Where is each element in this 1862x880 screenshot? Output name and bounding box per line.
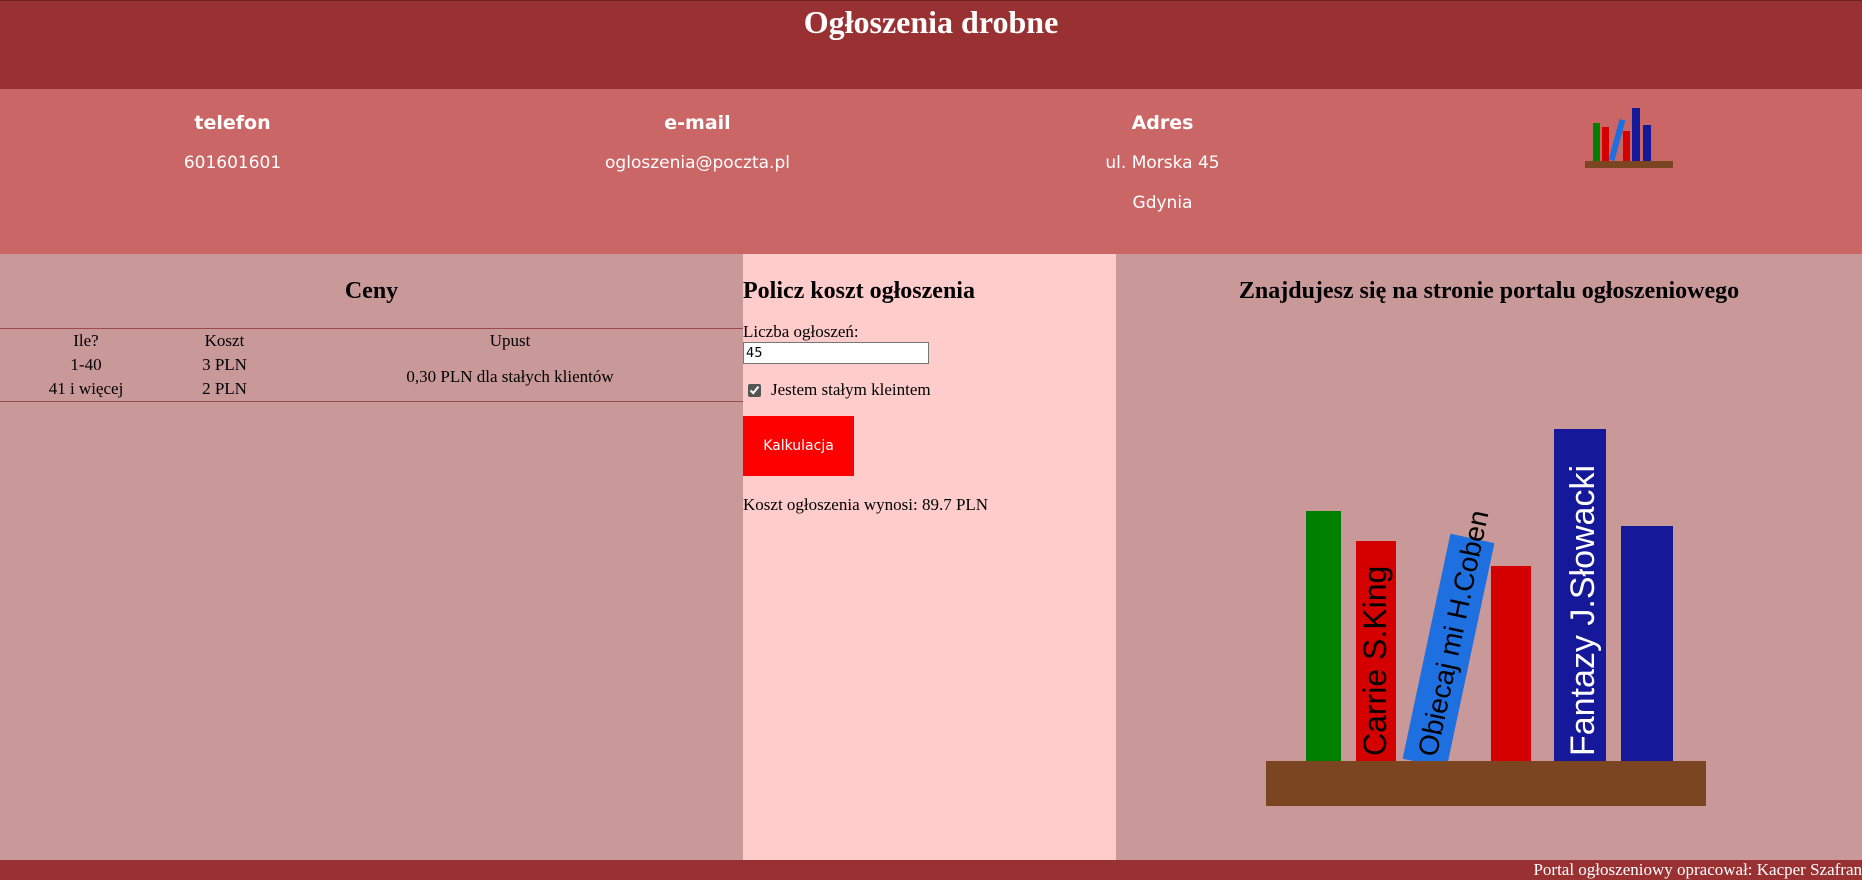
prices-title: Ceny: [344, 278, 399, 304]
page-footer: Portal ogłoszeniowy opracował: Kacper Sz…: [0, 860, 1862, 880]
book-red: [1491, 566, 1531, 761]
prices-panel: Ceny Ile? Koszt Upust 1-40 3 PLN 0,30 PL…: [0, 254, 743, 860]
cell-count: 1-40: [70, 355, 102, 374]
address-city: Gdynia: [1132, 193, 1193, 213]
price-table: Ile? Koszt Upust 1-40 3 PLN 0,30 PLN dla…: [0, 328, 743, 402]
book-slowacki-title: Fantazy J.Słowacki: [1564, 465, 1602, 756]
book-carrie-title: Carrie S.King: [1357, 566, 1393, 756]
table-row: 1-40 3 PLN 0,30 PLN dla stałych klientów: [0, 353, 743, 386]
logo-book: [1643, 125, 1651, 161]
contact-bar: telefon 601601601 e-mail ogloszenia@pocz…: [0, 89, 1862, 254]
email-heading: e-mail: [664, 112, 731, 134]
column-header: Koszt: [204, 331, 245, 350]
table-header-row: Ile? Koszt Upust: [0, 329, 743, 354]
book-coben: Obiecaj mi H.Coben: [1402, 507, 1494, 769]
contact-phone: telefon 601601601: [0, 89, 465, 175]
page-header: Ogłoszenia drobne: [0, 0, 1862, 89]
phone-heading: telefon: [194, 112, 271, 134]
shelf: [1266, 761, 1706, 806]
cell-cost: 2 PLN: [202, 379, 247, 398]
cell-discount: 0,30 PLN dla stałych klientów: [406, 367, 614, 386]
count-input[interactable]: [743, 342, 929, 364]
cell-cost: 3 PLN: [202, 355, 247, 374]
address-street: ul. Morska 45: [1105, 153, 1220, 173]
calculator-panel: Policz koszt ogłoszenia Liczba ogłoszeń:…: [743, 254, 1116, 860]
footer-credit: Portal ogłoszeniowy opracował: Kacper Sz…: [1533, 860, 1862, 879]
contact-address: Adres ul. Morska 45 Gdynia: [930, 89, 1395, 215]
phone-number: 601601601: [183, 153, 282, 173]
regular-customer-row: Jestem stałym kleintem: [743, 380, 1116, 400]
email-address: ogloszenia@poczta.pl: [605, 153, 790, 173]
logo-book: [1623, 131, 1630, 161]
regular-customer-label: Jestem stałym kleintem: [771, 380, 931, 399]
book-green: [1306, 511, 1341, 761]
column-header: Upust: [489, 331, 531, 350]
cell-count: 41 i więcej: [48, 379, 124, 398]
contact-email: e-mail ogloszenia@poczta.pl: [465, 89, 930, 175]
logo-shelf: [1585, 161, 1673, 168]
logo-book: [1593, 123, 1600, 161]
regular-customer-checkbox[interactable]: [748, 383, 761, 397]
info-title: Znajdujesz się na stronie portalu ogłosz…: [1238, 278, 1740, 304]
bookshelf-logo: [1585, 108, 1673, 168]
calculator-title: Policz koszt ogłoszenia: [743, 278, 975, 304]
result-text: Koszt ogłoszenia wynosi: 89.7 PLN: [743, 495, 989, 514]
book-blue: [1621, 526, 1673, 761]
logo-book: [1602, 127, 1609, 161]
logo-book: [1632, 108, 1640, 161]
bookshelf-illustration: Carrie S.King Obiecaj mi H.Coben Fantazy…: [1266, 429, 1706, 806]
logo-book: [1608, 118, 1626, 162]
column-header: Ile?: [73, 331, 99, 350]
info-panel: Znajdujesz się na stronie portalu ogłosz…: [1116, 254, 1862, 860]
calculate-button[interactable]: Kalkulacja: [743, 416, 854, 476]
page-title: Ogłoszenia drobne: [803, 4, 1059, 40]
count-label: Liczba ogłoszeń:: [743, 322, 859, 341]
address-heading: Adres: [1131, 112, 1194, 134]
